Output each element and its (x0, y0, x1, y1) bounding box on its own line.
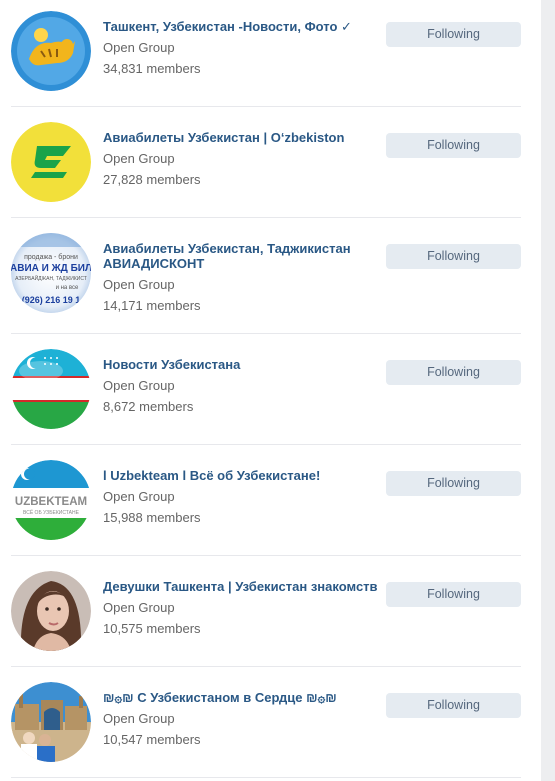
group-avatar[interactable] (11, 11, 91, 91)
group-avatar[interactable]: UZBEKTEAM ВСЁ ОБ УЗБЕКИСТАНЕ (11, 460, 91, 540)
divider (11, 106, 521, 107)
member-count: 8,672 members (103, 399, 194, 414)
svg-text:и на все: и на все (56, 285, 79, 291)
groups-list: Ташкент, Узбекистан -Новости, Фото ✓ Ope… (0, 0, 541, 781)
svg-text:продажа - брони: продажа - брони (24, 253, 78, 261)
group-avatar[interactable] (11, 682, 91, 762)
svg-text:АЗЕРБАЙДЖАН, ТАДЖИКИСТ: АЗЕРБАЙДЖАН, ТАДЖИКИСТ (15, 274, 87, 282)
member-count: 10,575 members (103, 621, 201, 636)
group-title[interactable]: Новости Узбекистана (103, 357, 383, 372)
group-title[interactable]: Ташкент, Узбекистан -Новости, Фото ✓ (103, 19, 383, 34)
divider (11, 666, 521, 667)
svg-text:АВИА И ЖД БИЛ: АВИА И ЖД БИЛ (11, 263, 91, 274)
group-avatar[interactable] (11, 571, 91, 651)
group-title[interactable]: Девушки Ташкента | Узбекистан знакомств (103, 579, 383, 594)
ticket-ad-image: продажа - брони АВИА И ЖД БИЛ АЗЕРБАЙДЖА… (11, 233, 91, 313)
divider (11, 555, 521, 556)
following-button[interactable]: Following (386, 582, 521, 607)
following-button[interactable]: Following (386, 471, 521, 496)
member-count: 34,831 members (103, 61, 201, 76)
divider (11, 777, 521, 778)
group-type: Open Group (103, 151, 175, 166)
group-type: Open Group (103, 378, 175, 393)
group-title[interactable]: Авиабилеты Узбекистан, Таджикистан АВИАД… (103, 241, 383, 271)
divider (11, 444, 521, 445)
following-button[interactable]: Following (386, 360, 521, 385)
airline-logo-icon (11, 122, 91, 202)
group-type: Open Group (103, 277, 175, 292)
divider (11, 217, 521, 218)
registan-photo (11, 682, 91, 762)
divider (11, 333, 521, 334)
member-count: 27,828 members (103, 172, 201, 187)
group-title[interactable]: l Uzbekteam l Всё об Узбекистане! (103, 468, 383, 483)
uzbekteam-logo-image: UZBEKTEAM ВСЁ ОБ УЗБЕКИСТАНЕ (11, 460, 91, 540)
svg-text:(926) 216 19 1: (926) 216 19 1 (22, 295, 81, 305)
group-type: Open Group (103, 600, 175, 615)
member-count: 10,547 members (103, 732, 201, 747)
group-type: Open Group (103, 489, 175, 504)
svg-text:ВСЁ ОБ УЗБЕКИСТАНЕ: ВСЁ ОБ УЗБЕКИСТАНЕ (23, 509, 80, 516)
following-button[interactable]: Following (386, 244, 521, 269)
group-avatar[interactable] (11, 122, 91, 202)
group-title[interactable]: Авиабилеты Узбекистан | O‘zbekiston (103, 130, 383, 145)
uzbek-flag-sphere-icon (11, 349, 91, 429)
group-type: Open Group (103, 711, 175, 726)
group-type: Open Group (103, 40, 175, 55)
scrollbar-gutter[interactable] (541, 0, 555, 781)
svg-text:UZBEKTEAM: UZBEKTEAM (15, 496, 87, 508)
tiger-emblem-icon (11, 11, 91, 91)
following-button[interactable]: Following (386, 693, 521, 718)
group-avatar[interactable] (11, 349, 91, 429)
member-count: 14,171 members (103, 298, 201, 313)
following-button[interactable]: Following (386, 22, 521, 47)
group-avatar[interactable]: продажа - брони АВИА И ЖД БИЛ АЗЕРБАЙДЖА… (11, 233, 91, 313)
group-title[interactable]: ₪۞₪ С Узбекистаном в Сердце ₪۞₪ (103, 690, 383, 705)
woman-portrait-photo (11, 571, 91, 651)
following-button[interactable]: Following (386, 133, 521, 158)
member-count: 15,988 members (103, 510, 201, 525)
